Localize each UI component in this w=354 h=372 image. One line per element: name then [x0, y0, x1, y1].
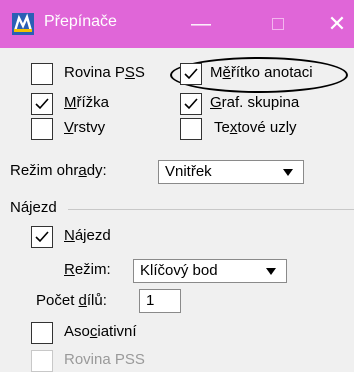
snap-checkbox[interactable] [31, 226, 53, 248]
snap-mode-value: Klíčový bod [140, 262, 218, 279]
checkmark-icon [184, 98, 198, 110]
chevron-down-icon [266, 268, 276, 275]
fence-mode-value: Vnitřek [165, 163, 212, 180]
fence-mode-select[interactable]: Vnitřek [158, 160, 304, 184]
app-icon [12, 13, 34, 35]
divisions-input[interactable]: 1 [139, 289, 181, 313]
group-divider [68, 209, 354, 210]
minimize-button[interactable]: — [186, 9, 216, 39]
textove-uzly-label: Textové uzly [214, 119, 297, 136]
close-button[interactable]: ✕ [322, 9, 352, 39]
rovina-pss-disabled-label: Rovina PSS [64, 351, 145, 368]
mrizka-checkbox[interactable] [31, 93, 53, 115]
textove-uzly-checkbox[interactable] [180, 118, 202, 140]
associative-checkbox[interactable] [31, 322, 53, 344]
rovina-pss-checkbox[interactable] [31, 63, 53, 85]
meritko-anotaci-checkbox[interactable] [180, 63, 202, 85]
rovina-pss-disabled-checkbox [31, 350, 53, 372]
snap-label: Nájezd [64, 227, 111, 244]
checkmark-icon [35, 231, 49, 243]
fence-mode-label: Režim ohrady: [10, 162, 107, 179]
divisions-label: Počet dílů: [36, 292, 107, 309]
graf-skupina-checkbox[interactable] [180, 93, 202, 115]
rovina-pss-label: Rovina PSS [64, 64, 145, 81]
meritko-anotaci-label: Měřítko anotaci [210, 64, 313, 81]
associative-label: Asociativní [64, 323, 137, 340]
maximize-button[interactable] [264, 9, 294, 39]
vrstvy-label: Vrstvy [64, 119, 106, 136]
window-title: Přepínače [44, 13, 117, 30]
snap-mode-select[interactable]: Klíčový bod [133, 259, 287, 283]
maximize-icon [272, 18, 284, 30]
mrizka-label: Mřížka [64, 94, 110, 111]
checkmark-icon [184, 68, 198, 80]
graf-skupina-label: Graf. skupina [210, 94, 300, 111]
title-bar: Přepínače — ✕ [0, 0, 354, 48]
snap-mode-label: Režim: [64, 261, 111, 278]
chevron-down-icon [283, 169, 293, 176]
checkmark-icon [35, 98, 49, 110]
snap-group-title: Nájezd [10, 199, 57, 216]
divisions-value: 1 [146, 292, 155, 309]
vrstvy-checkbox[interactable] [31, 118, 53, 140]
